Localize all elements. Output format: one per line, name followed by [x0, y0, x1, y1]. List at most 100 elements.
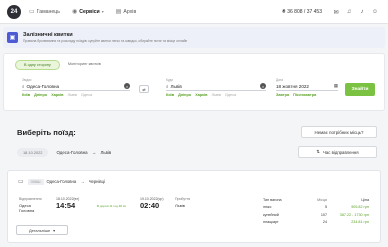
from-field: Звідки ⌕ Одеса-Головна × Київ Дніпро Хар… — [22, 78, 130, 97]
tab-monitoring[interactable]: Моніторинг квитків — [60, 60, 109, 70]
departure-station: Одеса Головна — [19, 203, 35, 213]
trip-duration: В дорозі 11 год 48 хв — [97, 204, 126, 208]
nav-item-wallet[interactable]: ▭ Гаманець — [29, 8, 60, 16]
quick-link[interactable]: Одеса — [225, 93, 236, 97]
departure-station-col: Відправлення Одеса Головна — [19, 197, 53, 213]
seat-price: 387.22 - 1730 грн — [339, 212, 369, 217]
header-count: Місця — [317, 197, 327, 202]
seat-count: 5 — [324, 205, 327, 210]
chevron-down-icon: ▾ — [101, 9, 104, 14]
quick-link[interactable]: Дніпро — [178, 93, 191, 97]
sort-icon: ⇅ — [316, 149, 320, 154]
to-input[interactable]: ⌕ Львів × — [166, 82, 266, 91]
quick-link[interactable]: Львів — [68, 93, 77, 97]
seat-row[interactable]: люкс 5 905.82 грн — [263, 204, 371, 212]
to-field: Куди ⌕ Львів × Київ Дніпро Харків Львів … — [166, 78, 266, 97]
to-quick-links: Київ Дніпро Харків Львів Одеса — [166, 93, 266, 97]
date-value: 18 жовтня 2022 — [276, 83, 309, 89]
results-title: Виберіть поїзд: — [17, 128, 76, 137]
top-bar: 24 ▭ Гаманець ◉ Сервіси ▾ ▤ Архів ₴ 36 8… — [0, 0, 388, 24]
route-to: Львів — [100, 150, 112, 155]
user-icon[interactable]: ☺ — [370, 7, 380, 17]
search-icon: ⌕ — [166, 83, 169, 89]
arrow-right-icon: → — [91, 150, 97, 155]
archive-icon: ▤ — [115, 9, 122, 15]
no-seats-button[interactable]: Немає потрібних місць? — [301, 126, 377, 138]
quick-link[interactable]: Одеса — [81, 93, 92, 97]
train-ticket-icon: ▣ — [7, 32, 18, 43]
sort-button[interactable]: ⇅ Час відправлення — [298, 146, 377, 158]
chevron-down-icon: ▾ — [53, 227, 56, 233]
arrival-time: 02:40 — [140, 201, 160, 210]
train-icon: ▭ — [18, 179, 24, 185]
find-button[interactable]: Знайти — [345, 83, 375, 96]
seat-row[interactable]: купейний 107 387.22 - 1730 грн — [263, 211, 371, 219]
nav-item-label: Гаманець — [36, 8, 60, 15]
route-summary: Одеса-Головна → Львів — [56, 150, 111, 155]
app-logo[interactable]: 24 — [7, 4, 21, 19]
quick-link[interactable]: Харків — [195, 93, 207, 97]
seat-count: 107 — [320, 212, 327, 217]
balance-value: 36 808 / 37 453 — [287, 9, 322, 15]
duration-col: В дорозі 11 год 48 хв — [97, 204, 137, 208]
date-input[interactable]: 18 жовтня 2022 ▦ — [276, 82, 338, 91]
tab-one-way[interactable]: В одну сторону — [15, 60, 60, 70]
wallet-icon: ▭ — [29, 9, 35, 15]
nav-item-label: Сервіси — [79, 8, 100, 15]
arrival-label: Прибуття — [175, 197, 191, 201]
departure-label: Відправлення — [19, 197, 42, 201]
details-button[interactable]: Детальніше ▾ — [16, 225, 68, 235]
seat-type: плацкарт — [263, 220, 279, 225]
calendar-icon[interactable]: ▦ — [334, 83, 338, 89]
train-number: 006Ш — [27, 178, 44, 185]
main-nav: ▭ Гаманець ◉ Сервіси ▾ ▤ Архів — [29, 8, 148, 16]
date-quick-links: Завтра Післязавтра — [276, 93, 338, 97]
arrival-station-col: Прибуття Львів — [175, 197, 205, 208]
train-route-to: Чернівці — [88, 179, 105, 184]
route-from: Одеса-Головна — [56, 150, 88, 155]
currency-icon: ₴ — [282, 9, 286, 15]
clear-icon[interactable]: × — [260, 83, 266, 89]
seat-price: 905.82 грн — [351, 205, 369, 210]
arrow-right-icon: → — [80, 179, 85, 184]
seat-table-header: Тип вагона Місця Ціна — [263, 196, 371, 204]
nav-item-archive[interactable]: ▤ Архів — [115, 8, 137, 16]
page-title: Залізничні квитки — [23, 32, 73, 38]
chat-icon[interactable]: ✉ — [331, 7, 341, 17]
top-right-controls: ₴ 36 808 / 37 453 ✉ ♫ ♪ ☺ — [282, 0, 380, 24]
details-label: Детальніше — [28, 227, 51, 233]
notification-icon[interactable]: ♫ — [344, 7, 354, 17]
results-filters: 18.10.2022 Одеса-Головна → Львів — [17, 148, 111, 157]
service-banner: ▣ Залізничні квитки Правила бронювання т… — [3, 27, 385, 48]
seat-row[interactable]: плацкарт 24 234.81 грн — [263, 219, 371, 227]
quick-link[interactable]: Дніпро — [34, 93, 47, 97]
quick-link[interactable]: Післязавтра — [293, 93, 316, 97]
quick-link[interactable]: Харків — [51, 93, 63, 97]
balance[interactable]: ₴ 36 808 / 37 453 — [282, 9, 322, 15]
arrival-time-col: 19.10.2022(ср) 02:40 — [140, 197, 180, 210]
train-header: ▭ 006Ш Одеса-Головна → Чернівці — [18, 178, 105, 185]
nav-item-services[interactable]: ◉ Сервіси ▾ — [72, 8, 104, 16]
nav-item-label: Архів — [123, 8, 137, 15]
arrival-station: Львів — [175, 203, 185, 208]
seat-type: купейний — [263, 212, 279, 217]
search-tabs: В одну сторону Моніторинг квитків — [15, 60, 109, 70]
quick-link[interactable]: Київ — [166, 93, 174, 97]
quick-link[interactable]: Львів — [212, 93, 221, 97]
sort-label: Час відправлення — [323, 149, 359, 155]
page-subtitle: Правила бронювання та розкладу поїздів: … — [23, 39, 188, 43]
swap-stations-button[interactable]: ⇄ — [139, 85, 149, 93]
bell-icon[interactable]: ♪ — [357, 7, 367, 17]
date-field: Дата 18 жовтня 2022 ▦ Завтра Післязавтра — [276, 78, 338, 97]
from-quick-links: Київ Дніпро Харків Львів Одеса — [22, 93, 130, 97]
clear-icon[interactable]: × — [124, 83, 130, 89]
search-icon: ⌕ — [22, 83, 25, 89]
from-input[interactable]: ⌕ Одеса-Головна × — [22, 82, 130, 91]
quick-link[interactable]: Завтра — [276, 93, 289, 97]
date-pill[interactable]: 18.10.2022 — [17, 148, 49, 157]
to-value: Львів — [170, 83, 182, 89]
train-route-from: Одеса-Головна — [46, 179, 77, 184]
seat-type: люкс — [263, 205, 272, 210]
from-value: Одеса-Головна — [26, 83, 60, 89]
quick-link[interactable]: Київ — [22, 93, 30, 97]
